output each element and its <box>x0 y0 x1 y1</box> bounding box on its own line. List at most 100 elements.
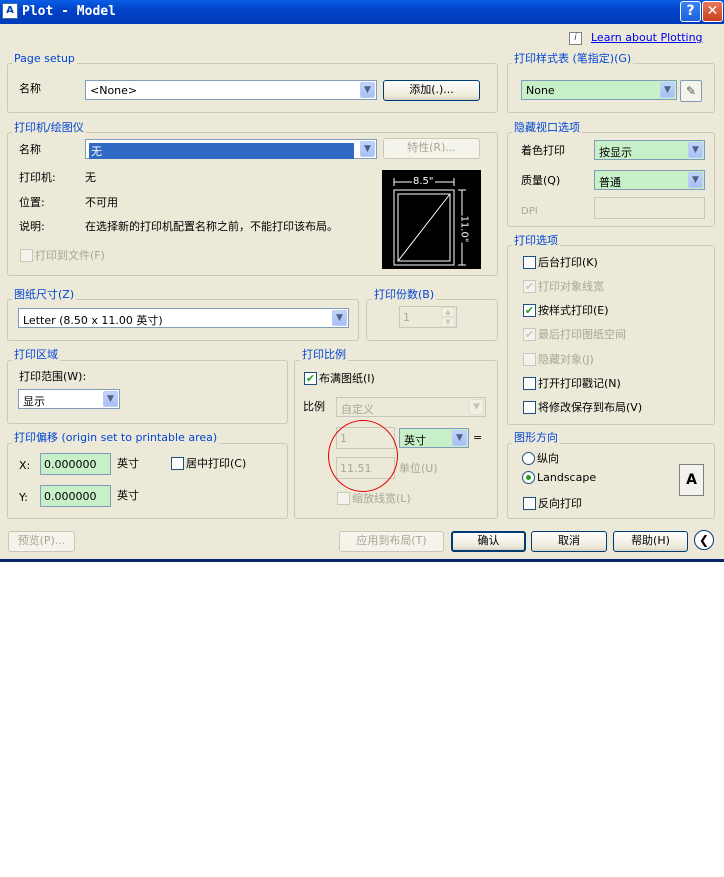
printer-name-combo[interactable]: 无 ▼ <box>85 139 377 159</box>
option-checkbox-hide-objects[interactable] <box>523 353 536 366</box>
page-setup-add-button[interactable]: 添加(.)... <box>383 80 480 101</box>
chevron-down-icon[interactable]: ▼ <box>688 142 703 158</box>
quality-value: 普通 <box>599 176 621 189</box>
edit-pen-icon[interactable]: ✎ <box>680 80 702 102</box>
spin-up-icon[interactable]: ▲ <box>441 307 455 317</box>
portrait-radio[interactable] <box>522 452 535 465</box>
fit-to-paper-checkbox[interactable]: ✔ <box>304 372 317 385</box>
ok-button[interactable]: 确认 <box>451 531 526 552</box>
orientation-label: 图形方向 <box>512 431 560 444</box>
description-value: 在选择新的打印机配置名称之前，不能打印该布局。 <box>85 220 338 233</box>
chevron-down-icon[interactable]: ▼ <box>688 172 703 188</box>
option-label-background: 后台打印(K) <box>538 256 598 269</box>
paper-size-value: Letter (8.50 x 11.00 英寸) <box>23 314 163 327</box>
close-icon[interactable]: ✕ <box>702 1 723 22</box>
plot-scale-label: 打印比例 <box>300 348 348 361</box>
page-setup-name-label: 名称 <box>19 82 41 95</box>
chevron-down-icon[interactable]: ▼ <box>332 310 347 326</box>
quality-label: 质量(Q) <box>521 174 561 187</box>
plot-to-file-checkbox[interactable] <box>20 249 33 262</box>
spin-down-icon[interactable]: ▼ <box>441 317 455 327</box>
page-setup-label: Page setup <box>12 52 77 65</box>
upside-down-checkbox[interactable] <box>523 497 536 510</box>
help-icon[interactable]: ? <box>680 1 701 22</box>
cancel-button[interactable]: 取消 <box>531 531 607 552</box>
center-plot-checkbox[interactable] <box>171 457 184 470</box>
offset-y-unit: 英寸 <box>117 489 139 502</box>
scale-value: 自定义 <box>341 403 374 416</box>
paper-size-combo[interactable]: Letter (8.50 x 11.00 英寸) ▼ <box>18 308 349 328</box>
option-label-lineweights: 打印对象线宽 <box>538 280 604 293</box>
preview-button[interactable]: 预览(P)... <box>8 531 75 552</box>
plot-offset-label: 打印偏移 (origin set to printable area) <box>12 431 220 444</box>
scale-bottom-unit-label: 单位(U) <box>399 462 438 475</box>
page-setup-name-combo[interactable]: <None> ▼ <box>85 80 377 100</box>
shade-plot-value: 按显示 <box>599 146 632 159</box>
option-checkbox-background[interactable] <box>523 256 536 269</box>
chevron-down-icon[interactable]: ▼ <box>360 82 375 98</box>
option-checkbox-lineweights[interactable]: ✔ <box>523 280 536 293</box>
preview-height-label: 11.0" <box>456 215 471 243</box>
where-value: 不可用 <box>85 196 118 209</box>
autocad-icon: A <box>2 3 18 19</box>
title-bar[interactable]: A Plot - Model ? ✕ <box>0 0 724 24</box>
apply-to-layout-button[interactable]: 应用到布局(T) <box>339 531 444 552</box>
style-table-value: None <box>526 84 555 97</box>
offset-y-input[interactable]: 0.000000 <box>40 485 111 507</box>
chevron-down-icon[interactable]: ▼ <box>660 82 675 98</box>
paper-preview: 8.5" 11.0" <box>382 170 481 269</box>
chevron-down-icon[interactable]: ▼ <box>469 399 484 415</box>
plot-area-label: 打印区域 <box>12 348 60 361</box>
plot-what-value: 显示 <box>23 395 45 408</box>
shaded-viewport-label: 隐藏视口选项 <box>512 121 582 134</box>
where-label: 位置: <box>19 196 45 209</box>
offset-x-unit: 英寸 <box>117 457 139 470</box>
chevron-down-icon[interactable]: ▼ <box>452 430 467 446</box>
scale-lineweights-checkbox[interactable] <box>337 492 350 505</box>
plot-what-label: 打印范围(W): <box>19 370 87 383</box>
printer-name-value: 无 <box>89 143 354 159</box>
offset-x-label: X: <box>19 459 31 472</box>
option-checkbox-paperspace-last[interactable]: ✔ <box>523 328 536 341</box>
landscape-label: Landscape <box>537 471 597 484</box>
plotter-label: 打印机: <box>19 171 56 184</box>
quality-combo[interactable]: 普通 ▼ <box>594 170 705 190</box>
annotation-circle <box>328 420 398 492</box>
more-options-icon[interactable]: ❮ <box>694 530 714 550</box>
scale-unit-combo[interactable]: 英寸 ▼ <box>399 428 469 448</box>
scale-label: 比例 <box>303 400 325 413</box>
upside-down-label: 反向打印 <box>538 497 582 510</box>
option-checkbox-plot-stamp[interactable] <box>523 377 536 390</box>
shade-plot-label: 着色打印 <box>521 144 565 157</box>
plot-what-combo[interactable]: 显示 ▼ <box>18 389 120 409</box>
landscape-radio[interactable] <box>522 471 535 484</box>
offset-x-input[interactable]: 0.000000 <box>40 453 111 475</box>
chevron-down-icon[interactable]: ▼ <box>103 391 118 407</box>
style-table-label: 打印样式表 (笔指定)(G) <box>512 52 634 65</box>
printer-label: 打印机/绘图仪 <box>12 121 86 134</box>
scale-lineweights-label: 缩放线宽(L) <box>352 492 411 505</box>
portrait-label: 纵向 <box>537 452 559 465</box>
chevron-down-icon[interactable]: ▼ <box>360 141 375 157</box>
offset-y-label: Y: <box>19 491 28 504</box>
option-label-paperspace-last: 最后打印图纸空间 <box>538 328 626 341</box>
description-label: 说明: <box>19 220 45 233</box>
printer-properties-button[interactable]: 特性(R)... <box>383 138 480 159</box>
paper-size-label: 图纸尺寸(Z) <box>12 288 77 301</box>
info-icon: i <box>569 32 582 45</box>
option-checkbox-plotstyles[interactable]: ✔ <box>523 304 536 317</box>
help-button[interactable]: 帮助(H) <box>613 531 688 552</box>
copies-label: 打印份数(B) <box>372 288 437 301</box>
learn-about-plotting-link[interactable]: Learn about Plotting <box>591 31 703 45</box>
radio-selected-dot <box>526 475 531 480</box>
option-label-plot-stamp: 打开打印戳记(N) <box>538 377 621 390</box>
orientation-preview-icon: A <box>679 464 704 496</box>
printer-name-label: 名称 <box>19 143 41 156</box>
shade-plot-combo[interactable]: 按显示 ▼ <box>594 140 705 160</box>
option-checkbox-save-to-layout[interactable] <box>523 401 536 414</box>
scale-combo[interactable]: 自定义 ▼ <box>336 397 486 417</box>
dpi-input[interactable] <box>594 197 705 219</box>
style-table-combo[interactable]: None ▼ <box>521 80 677 100</box>
plot-options-label: 打印选项 <box>512 234 560 247</box>
dpi-label: DPI <box>521 206 538 217</box>
